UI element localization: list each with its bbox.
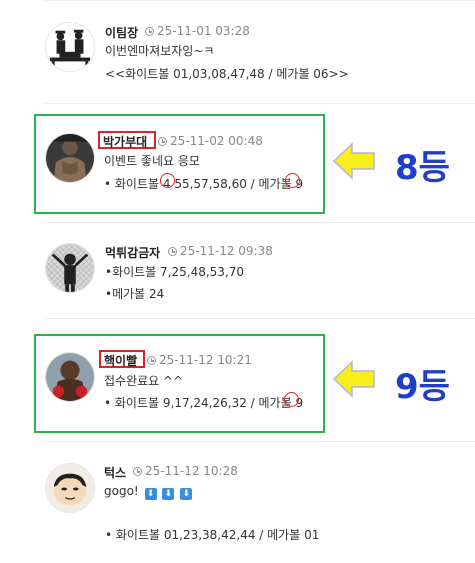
divider [43, 222, 475, 223]
comment-time: 25-11-12 09:38 [168, 244, 273, 258]
down-arrow-emoji: ⬇ [144, 488, 157, 500]
rank-label: 8등 [395, 148, 450, 188]
avatar[interactable] [45, 133, 95, 183]
divider [43, 441, 475, 442]
rank-label: 9등 [395, 367, 450, 407]
down-arrow-emoji: ⬇ [180, 488, 193, 500]
avatar[interactable] [45, 243, 95, 293]
comment-text: • 화이트볼 9,17,24,26,32 / 메가볼 9 [104, 396, 304, 410]
avatar[interactable] [45, 463, 95, 513]
divider [43, 318, 475, 319]
clock-icon [147, 356, 156, 365]
clock-icon [145, 27, 154, 36]
comment-author[interactable]: 이팀장 [105, 24, 138, 41]
comment-text: 이번엔마져보자잉~ㅋ [105, 44, 215, 58]
comment-text: •화이트볼 7,25,48,53,70 [105, 265, 245, 279]
match-circle [284, 392, 299, 407]
comment-text: • 화이트볼 4 55,57,58,60 / 메가볼 9 [104, 177, 304, 191]
arrow-right-icon [332, 360, 375, 398]
divider [43, 103, 475, 104]
comment-text: 접수완료요 ^^ [104, 374, 184, 388]
avatar[interactable] [45, 352, 95, 402]
comment-time: 25-11-12 10:28 [133, 464, 238, 478]
divider [43, 0, 475, 1]
match-circle [160, 173, 175, 188]
comment-time: 25-11-02 00:48 [158, 134, 263, 148]
down-arrow-emoji: ⬇ [162, 488, 175, 500]
comment-author[interactable]: 턱스 [104, 464, 126, 481]
comment-text: gogo! ⬇ ⬇ ⬇ [104, 484, 193, 500]
comment-text: • 화이트볼 01,23,38,42,44 / 메가볼 01 [105, 528, 320, 542]
match-circle [285, 173, 300, 188]
comment-text: 이벤트 좋네요 응모 [104, 154, 200, 168]
comment-time: 25-11-01 03:28 [145, 24, 250, 38]
comment-author[interactable]: 박가부대 [103, 133, 147, 150]
arrow-right-icon [332, 142, 375, 180]
avatar[interactable] [45, 22, 95, 72]
clock-icon [158, 137, 167, 146]
comment-author[interactable]: 핵이빨 [104, 352, 137, 369]
clock-icon [168, 247, 177, 256]
clock-icon [133, 467, 142, 476]
comment-time: 25-11-12 10:21 [147, 353, 252, 367]
comment-author[interactable]: 먹튀감금자 [105, 244, 160, 261]
comment-text: •메가볼 24 [105, 287, 165, 301]
comment-text: <<화이트볼 01,03,08,47,48 / 메가볼 06>> [105, 67, 349, 81]
